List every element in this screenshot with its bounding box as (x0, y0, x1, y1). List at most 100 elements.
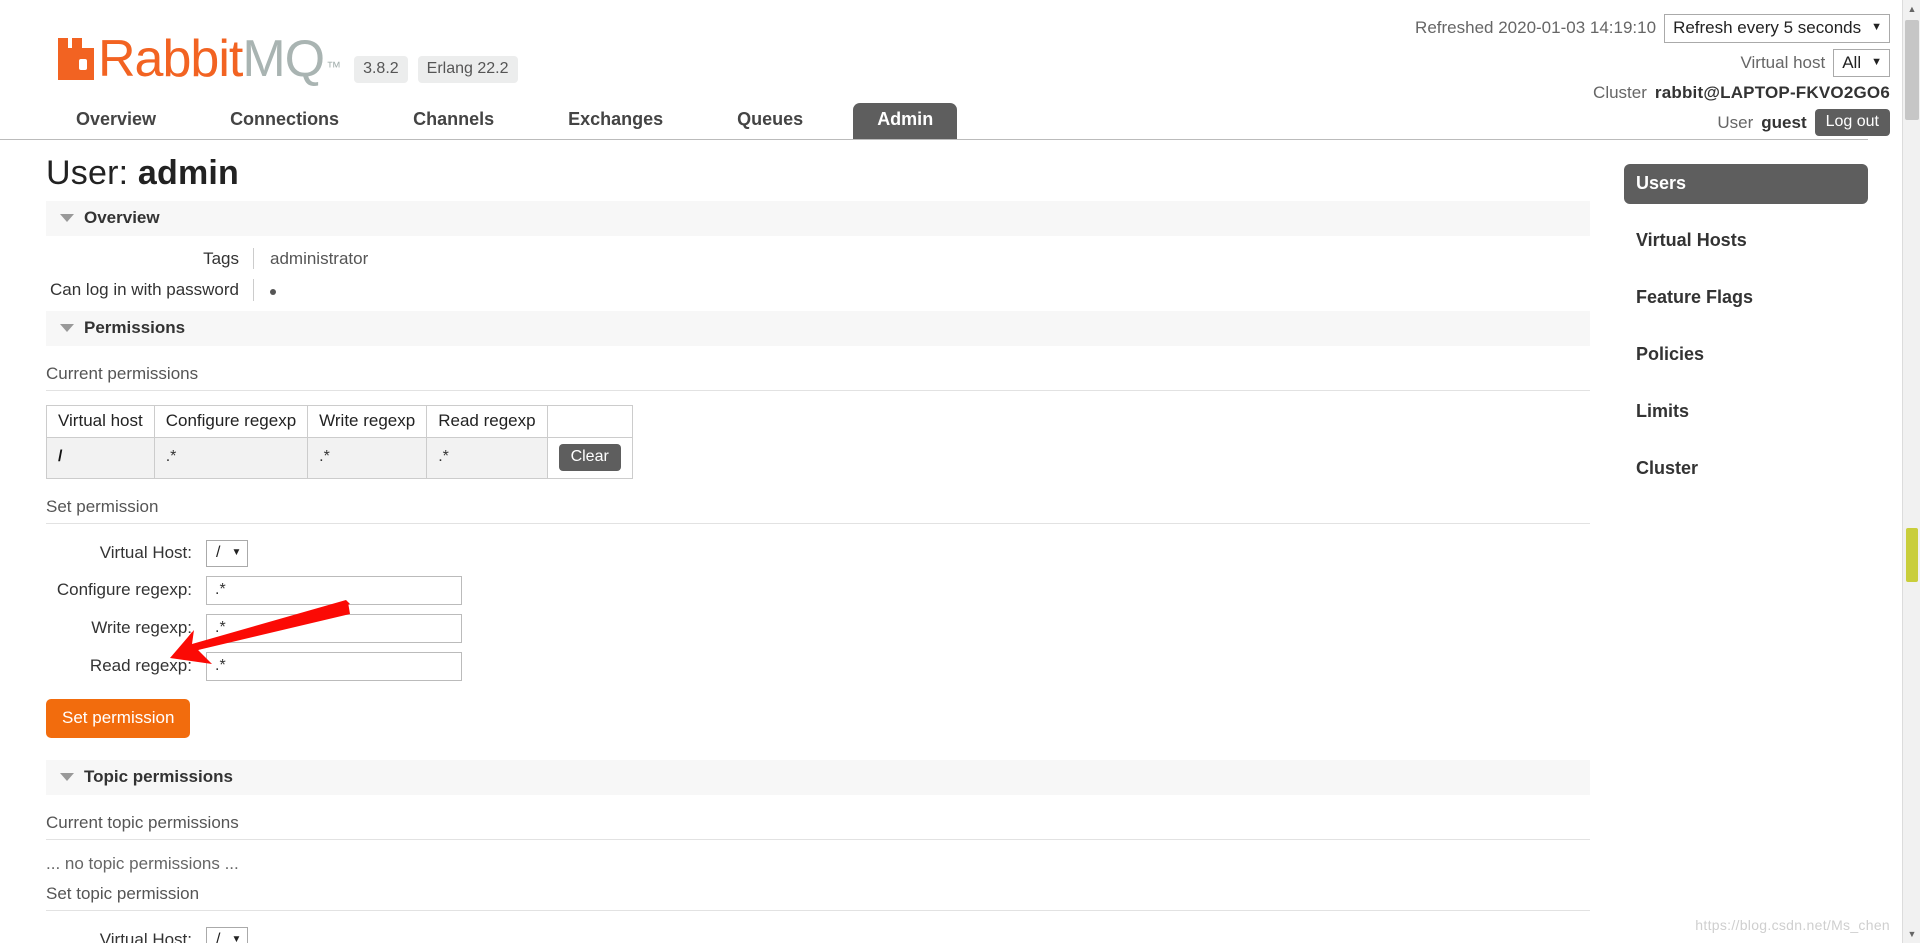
section-topic-permissions-title: Topic permissions (84, 766, 233, 786)
current-topic-permissions-label: Current topic permissions (46, 813, 1590, 840)
watermark-text: https://blog.csdn.net/Ms_chen (1695, 917, 1890, 933)
cell-write-regexp: .* (307, 436, 428, 479)
sidebar-item-policies[interactable]: Policies (1624, 335, 1868, 375)
page-header: Rabbit MQ ™ 3.8.2 Erlang 22.2 Refreshed … (0, 0, 1920, 137)
chevron-down-icon: ▼ (231, 934, 242, 943)
triangle-down-icon (60, 772, 74, 781)
form-row-read: Read regexp: (46, 651, 1868, 681)
col-configure-regexp: Configure regexp (153, 404, 309, 438)
vhost-field-label: Virtual Host: (99, 543, 192, 562)
rabbit-head-icon (58, 38, 94, 80)
section-topic-permissions-header[interactable]: Topic permissions (46, 759, 1590, 795)
sidebar-item-feature-flags[interactable]: Feature Flags (1624, 278, 1868, 318)
tab-overview[interactable]: Overview (52, 103, 180, 139)
page-title: User: admin (46, 154, 1868, 193)
vhost-field-select[interactable]: / ▼ (206, 539, 249, 567)
chevron-down-icon: ▼ (231, 547, 242, 558)
overview-row-tags: Tags administrator (46, 248, 1868, 270)
sidebar-item-virtual-hosts[interactable]: Virtual Hosts (1624, 221, 1868, 261)
set-permission-form: Virtual Host: / ▼ Configure regexp: Writ… (46, 539, 1868, 738)
sidebar-item-limits[interactable]: Limits (1624, 392, 1868, 432)
main-content: User: admin Overview Tags administrator … (0, 140, 1868, 943)
trademark-symbol: ™ (326, 59, 341, 76)
refresh-row: Refreshed 2020-01-03 14:19:10 Refresh ev… (1415, 14, 1890, 43)
section-overview-header[interactable]: Overview (46, 201, 1590, 236)
col-read-regexp: Read regexp (426, 404, 548, 438)
form-row-configure: Configure regexp: (46, 575, 1868, 605)
topic-permissions-empty-text: ... no topic permissions ... (46, 853, 239, 873)
sidebar-item-users[interactable]: Users (1624, 164, 1868, 204)
refresh-interval-value: Refresh every 5 seconds (1673, 18, 1862, 37)
section-overview-title: Overview (84, 208, 160, 227)
section-permissions-title: Permissions (84, 317, 186, 337)
current-permissions-label: Current permissions (46, 364, 1590, 391)
refreshed-timestamp: Refreshed 2020-01-03 14:19:10 (1415, 18, 1657, 38)
topic-form-row-vhost: Virtual Host: / ▼ (46, 926, 1868, 943)
scroll-down-arrow-icon[interactable]: ▼ (1903, 925, 1920, 943)
cell-configure-regexp: .* (153, 436, 309, 479)
version-badges: 3.8.2 Erlang 22.2 (354, 56, 518, 94)
tags-label: Tags (46, 248, 254, 270)
chevron-down-icon: ▼ (1871, 56, 1882, 68)
logo-text-mq: MQ (242, 30, 325, 88)
triangle-down-icon (60, 323, 74, 332)
chevron-down-icon: ▼ (1871, 21, 1882, 34)
table-row: / .* .* .* Clear (46, 436, 633, 479)
scroll-up-arrow-icon[interactable]: ▲ (1903, 0, 1920, 18)
vhost-field-value: / (216, 543, 221, 561)
write-field-label: Write regexp: (91, 618, 192, 637)
vhost-label: Virtual host (1740, 52, 1826, 72)
erlang-version-badge: Erlang 22.2 (417, 56, 518, 83)
vhost-select-value: All (1842, 52, 1862, 72)
configure-regexp-input[interactable] (206, 575, 462, 605)
vhost-select[interactable]: All ▼ (1833, 48, 1890, 78)
logo-text-rabbit: Rabbit (98, 30, 243, 88)
set-permission-label: Set permission (46, 497, 1590, 524)
tags-value: administrator (270, 249, 369, 268)
sidebar-item-cluster[interactable]: Cluster (1624, 449, 1868, 489)
tab-connections[interactable]: Connections (206, 103, 363, 139)
table-header-row: Virtual host Configure regexp Write rege… (46, 404, 633, 438)
form-row-write: Write regexp: (46, 613, 1868, 643)
tab-exchanges[interactable]: Exchanges (544, 103, 687, 139)
cluster-row: Cluster rabbit@LAPTOP-FKVO2GO6 (1415, 83, 1890, 103)
refresh-interval-select[interactable]: Refresh every 5 seconds ▼ (1664, 14, 1890, 43)
tab-channels[interactable]: Channels (389, 103, 518, 139)
can-login-value (254, 279, 276, 300)
page-title-value: admin (137, 154, 240, 192)
can-login-label: Can log in with password (46, 279, 254, 301)
read-regexp-input[interactable] (206, 651, 462, 681)
topic-vhost-field-value: / (216, 930, 221, 943)
clear-permission-button[interactable]: Clear (558, 443, 621, 471)
topic-vhost-field-label: Virtual Host: (99, 930, 192, 943)
topic-vhost-field-select[interactable]: / ▼ (206, 926, 249, 943)
current-permissions-table: Virtual host Configure regexp Write rege… (46, 404, 633, 479)
admin-sidebar: Users Virtual Hosts Feature Flags Polici… (1624, 164, 1868, 506)
main-navigation-tabs: Overview Connections Channels Exchanges … (0, 103, 1868, 140)
bullet-icon (270, 289, 276, 296)
cluster-name: rabbit@LAPTOP-FKVO2GO6 (1654, 83, 1890, 103)
rabbitmq-management-page: Rabbit MQ ™ 3.8.2 Erlang 22.2 Refreshed … (0, 0, 1920, 943)
triangle-down-icon (60, 214, 74, 222)
col-write-regexp: Write regexp (307, 404, 428, 438)
section-permissions-header[interactable]: Permissions (46, 310, 1590, 346)
rabbitmq-logo[interactable]: Rabbit MQ ™ (58, 24, 341, 94)
scrollbar-thumb[interactable] (1905, 20, 1919, 120)
brand-logo[interactable]: Rabbit MQ ™ 3.8.2 Erlang 22.2 (58, 24, 518, 94)
cluster-label: Cluster (1593, 83, 1647, 103)
cell-read-regexp: .* (426, 436, 548, 479)
overview-details: Tags administrator Can log in with passw… (46, 248, 1868, 301)
configure-field-label: Configure regexp: (56, 580, 192, 599)
tab-admin[interactable]: Admin (853, 103, 958, 139)
overview-row-password: Can log in with password (46, 279, 1868, 301)
read-field-label: Read regexp: (89, 656, 192, 675)
page-title-prefix: User: (46, 154, 129, 192)
set-permission-button[interactable]: Set permission (46, 698, 191, 738)
set-topic-permission-form: Virtual Host: / ▼ Exchange: (AMQP defaul… (46, 926, 1868, 943)
tab-queues[interactable]: Queues (713, 103, 827, 139)
page-scrollbar[interactable]: ▲ ▼ (1902, 0, 1920, 943)
vhost-row: Virtual host All ▼ (1415, 48, 1890, 78)
write-regexp-input[interactable] (206, 613, 462, 643)
scrollbar-marker (1906, 528, 1918, 582)
form-row-vhost: Virtual Host: / ▼ (46, 539, 1868, 567)
